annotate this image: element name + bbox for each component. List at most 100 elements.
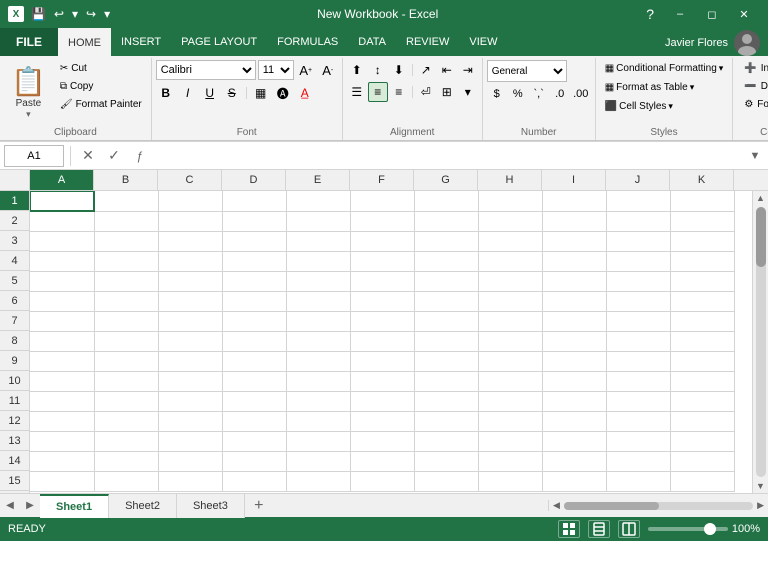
- cell-styles-button[interactable]: ⬛ Cell Styles ▾: [600, 98, 678, 115]
- cell-J14[interactable]: [606, 451, 670, 471]
- cell-B6[interactable]: [94, 291, 158, 311]
- cell-J15[interactable]: [606, 471, 670, 491]
- cell-D13[interactable]: [222, 431, 286, 451]
- cell-G5[interactable]: [414, 271, 478, 291]
- cell-H12[interactable]: [478, 411, 542, 431]
- cell-F10[interactable]: [350, 371, 414, 391]
- col-header-D[interactable]: D: [222, 170, 286, 190]
- cell-D3[interactable]: [222, 231, 286, 251]
- cell-B13[interactable]: [94, 431, 158, 451]
- tab-view[interactable]: VIEW: [459, 28, 507, 56]
- cell-A12[interactable]: [30, 411, 94, 431]
- insert-button[interactable]: ➕ Insert ▾: [737, 60, 768, 77]
- row-header-1[interactable]: 1: [0, 191, 29, 211]
- paste-dropdown-icon[interactable]: ▾: [26, 109, 31, 120]
- cell-D15[interactable]: [222, 471, 286, 491]
- tab-insert[interactable]: INSERT: [111, 28, 171, 56]
- underline-button[interactable]: U: [200, 83, 220, 103]
- cell-J8[interactable]: [606, 331, 670, 351]
- quick-save-button[interactable]: 💾: [28, 5, 49, 23]
- delete-button[interactable]: ➖ Delete ▾: [737, 78, 768, 95]
- tab-home[interactable]: HOME: [58, 28, 111, 56]
- cell-F6[interactable]: [350, 291, 414, 311]
- cell-J3[interactable]: [606, 231, 670, 251]
- cell-F5[interactable]: [350, 271, 414, 291]
- select-all-button[interactable]: [0, 170, 30, 190]
- cell-C8[interactable]: [158, 331, 222, 351]
- cell-G3[interactable]: [414, 231, 478, 251]
- normal-view-button[interactable]: [558, 520, 580, 538]
- cell-B1[interactable]: [94, 191, 158, 211]
- cell-E8[interactable]: [286, 331, 350, 351]
- cell-I7[interactable]: [542, 311, 606, 331]
- formula-input[interactable]: [155, 145, 742, 167]
- vertical-scroll-track[interactable]: [756, 207, 766, 477]
- cell-J1[interactable]: [606, 191, 670, 211]
- cell-D8[interactable]: [222, 331, 286, 351]
- cell-I3[interactable]: [542, 231, 606, 251]
- cell-F1[interactable]: [350, 191, 414, 211]
- row-header-8[interactable]: 8: [0, 331, 29, 351]
- cell-E13[interactable]: [286, 431, 350, 451]
- row-header-9[interactable]: 9: [0, 351, 29, 371]
- cell-B4[interactable]: [94, 251, 158, 271]
- number-format-select[interactable]: GeneralNumberCurrencyAccountingDate: [487, 60, 567, 82]
- cell-G11[interactable]: [414, 391, 478, 411]
- format-button[interactable]: ⚙ Format ▾: [737, 96, 768, 113]
- cell-E1[interactable]: [286, 191, 350, 211]
- cell-H7[interactable]: [478, 311, 542, 331]
- cell-D9[interactable]: [222, 351, 286, 371]
- cell-I12[interactable]: [542, 411, 606, 431]
- row-header-10[interactable]: 10: [0, 371, 29, 391]
- cell-H9[interactable]: [478, 351, 542, 371]
- cell-J6[interactable]: [606, 291, 670, 311]
- cell-E2[interactable]: [286, 211, 350, 231]
- cell-H1[interactable]: [478, 191, 542, 211]
- cell-A6[interactable]: [30, 291, 94, 311]
- insert-function-button[interactable]: ƒ: [129, 145, 151, 167]
- cell-A7[interactable]: [30, 311, 94, 331]
- row-header-6[interactable]: 6: [0, 291, 29, 311]
- cell-H6[interactable]: [478, 291, 542, 311]
- cell-D4[interactable]: [222, 251, 286, 271]
- scroll-down-button[interactable]: ▼: [754, 479, 767, 493]
- tab-data[interactable]: DATA: [348, 28, 396, 56]
- italic-button[interactable]: I: [178, 83, 198, 103]
- tab-formulas[interactable]: FORMULAS: [267, 28, 348, 56]
- cell-E4[interactable]: [286, 251, 350, 271]
- cell-J11[interactable]: [606, 391, 670, 411]
- decrease-decimal-button[interactable]: .00: [571, 84, 591, 104]
- cell-C6[interactable]: [158, 291, 222, 311]
- col-header-F[interactable]: F: [350, 170, 414, 190]
- col-header-A[interactable]: A: [30, 170, 94, 190]
- cell-D12[interactable]: [222, 411, 286, 431]
- cell-A14[interactable]: [30, 451, 94, 471]
- cell-C10[interactable]: [158, 371, 222, 391]
- cell-A10[interactable]: [30, 371, 94, 391]
- cell-D7[interactable]: [222, 311, 286, 331]
- col-header-E[interactable]: E: [286, 170, 350, 190]
- cell-F7[interactable]: [350, 311, 414, 331]
- hscroll-right-button[interactable]: ▶: [757, 500, 764, 511]
- hscroll-thumb[interactable]: [564, 502, 659, 510]
- cell-B11[interactable]: [94, 391, 158, 411]
- cell-J9[interactable]: [606, 351, 670, 371]
- align-center-button[interactable]: ≡: [368, 82, 388, 102]
- comma-button[interactable]: `,`: [529, 84, 549, 104]
- font-size-select[interactable]: 118101214: [258, 60, 294, 80]
- cell-F11[interactable]: [350, 391, 414, 411]
- cell-G15[interactable]: [414, 471, 478, 491]
- cell-K10[interactable]: [670, 371, 734, 391]
- increase-font-button[interactable]: A+: [296, 60, 316, 80]
- cell-A5[interactable]: [30, 271, 94, 291]
- cell-B10[interactable]: [94, 371, 158, 391]
- merge-dropdown-button[interactable]: ▾: [458, 82, 478, 102]
- cell-E10[interactable]: [286, 371, 350, 391]
- cell-J10[interactable]: [606, 371, 670, 391]
- cell-J13[interactable]: [606, 431, 670, 451]
- cell-F15[interactable]: [350, 471, 414, 491]
- cell-F14[interactable]: [350, 451, 414, 471]
- page-layout-view-button[interactable]: [588, 520, 610, 538]
- tab-review[interactable]: REVIEW: [396, 28, 459, 56]
- help-button[interactable]: ?: [642, 4, 658, 24]
